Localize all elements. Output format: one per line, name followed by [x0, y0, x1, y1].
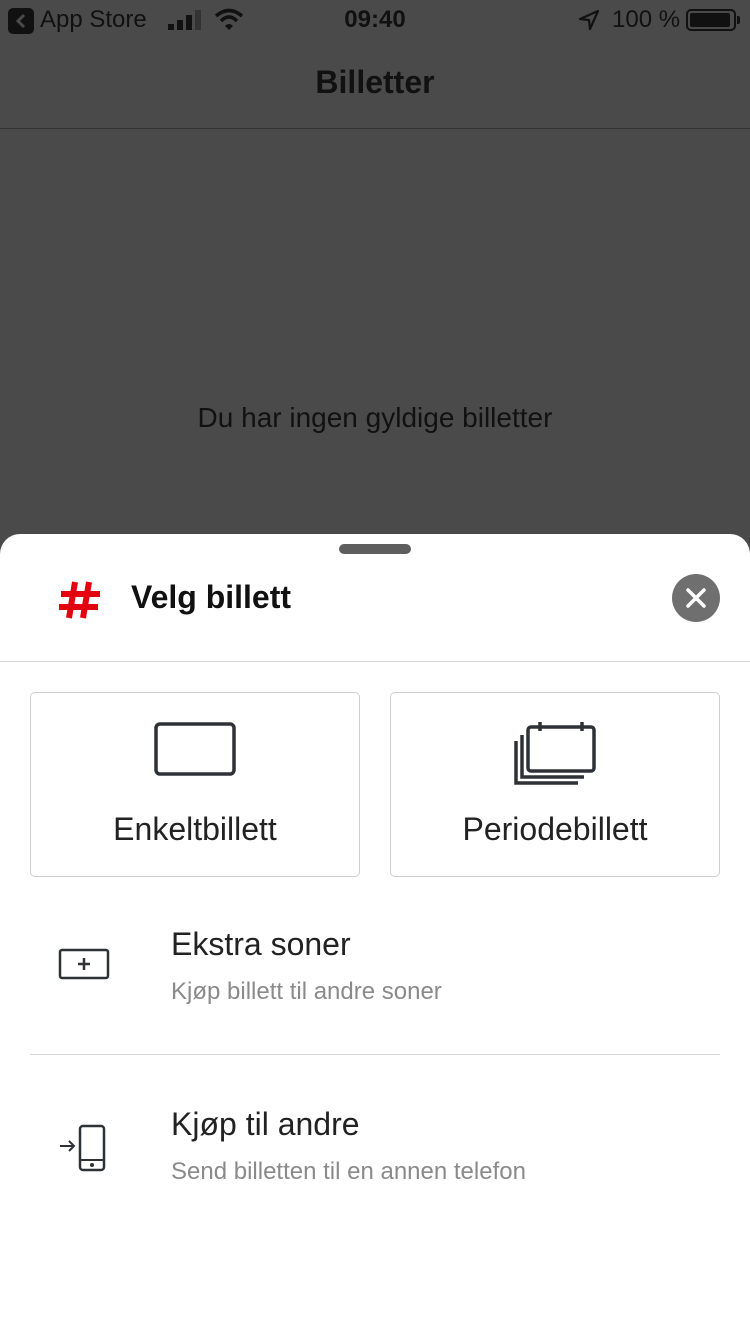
sheet-title: Velg billett [131, 579, 292, 615]
single-ticket-card[interactable]: Enkeltbillett [30, 692, 360, 877]
period-ticket-label: Periodebillett [462, 811, 648, 847]
status-bar: App Store 09:40 100 % [0, 0, 750, 40]
buy-for-others-item[interactable]: Kjøp til andre Send billetten til en ann… [30, 1094, 720, 1244]
add-zone-icon [58, 948, 110, 980]
buy-for-others-subtitle: Send billetten til en annen telefon [171, 1158, 526, 1185]
period-ticket-icon [514, 722, 596, 785]
buy-for-others-title: Kjøp til andre [171, 1106, 360, 1142]
extra-zones-subtitle: Kjøp billett til andre soner [171, 978, 442, 1005]
battery-icon [686, 9, 740, 31]
empty-state-message: Du har ingen gyldige billetter [197, 402, 553, 433]
single-ticket-icon [154, 722, 236, 776]
period-ticket-card[interactable]: Periodebillett [390, 692, 720, 877]
ticket-picker-sheet: Velg billett Enkeltbillett Periodebillet… [0, 534, 750, 1334]
close-button[interactable] [672, 574, 720, 622]
single-ticket-label: Enkeltbillett [113, 811, 277, 847]
nav-divider [0, 128, 750, 129]
list-divider [30, 1054, 720, 1055]
close-icon [686, 588, 706, 608]
page-title: Billetter [315, 64, 435, 100]
battery-percentage: 100 % [612, 6, 681, 33]
sheet-header-divider [0, 661, 750, 662]
extra-zones-title: Ekstra soner [171, 926, 351, 962]
location-arrow-icon [578, 9, 600, 31]
ruter-logo-icon [59, 581, 100, 619]
extra-zones-item[interactable]: Ekstra soner Kjøp billett til andre sone… [30, 914, 720, 1064]
sheet-grabber[interactable] [339, 544, 411, 554]
send-to-phone-icon [60, 1124, 106, 1172]
